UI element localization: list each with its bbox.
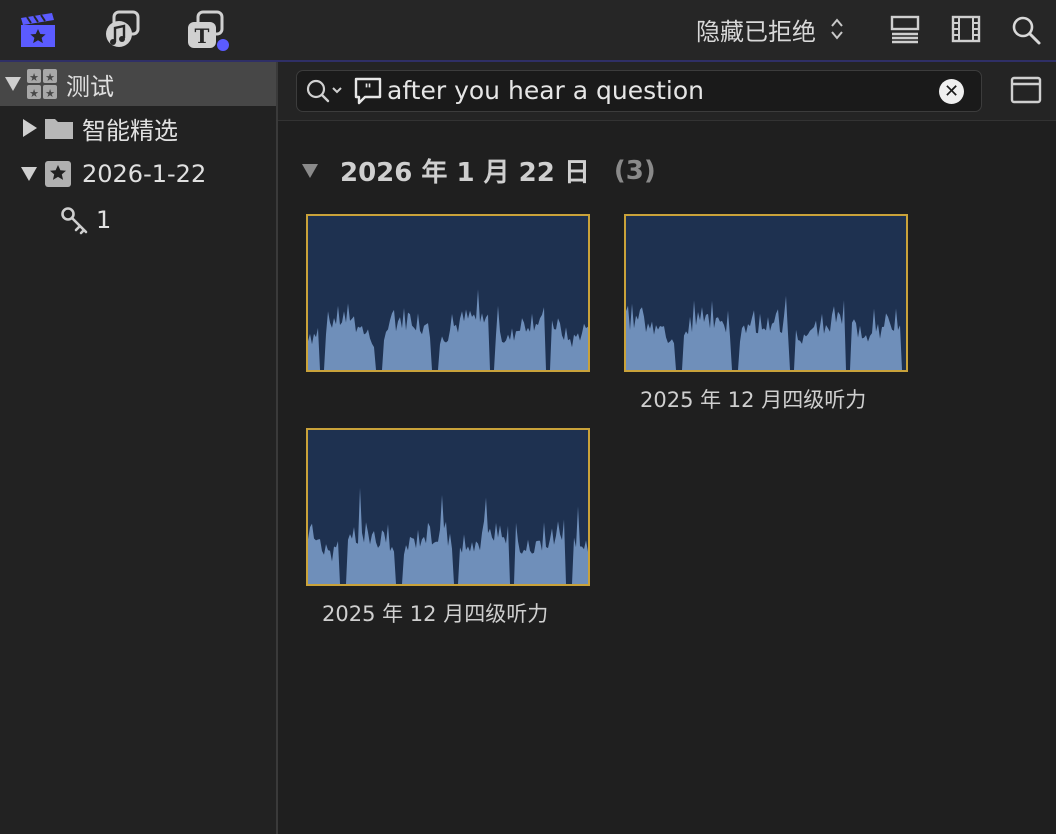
disclosure-collapsed-icon[interactable] bbox=[22, 118, 38, 138]
search-options-icon[interactable] bbox=[305, 77, 345, 105]
waveform-path bbox=[308, 289, 588, 370]
up-down-chevron-icon bbox=[830, 17, 844, 41]
disclosure-expanded-icon[interactable] bbox=[4, 76, 22, 92]
clip-thumbnail[interactable] bbox=[306, 428, 590, 586]
filmstrip-icon[interactable] bbox=[950, 14, 990, 54]
svg-text:★: ★ bbox=[45, 88, 55, 100]
search-bar: " after you hear a question ✕ bbox=[278, 62, 1056, 121]
browser-pane: " after you hear a question ✕ 2026 年 1 月… bbox=[278, 62, 1056, 834]
titles-generators-icon[interactable]: T bbox=[186, 10, 229, 51]
svg-text:": " bbox=[364, 82, 371, 98]
search-input[interactable]: after you hear a question bbox=[387, 76, 704, 105]
clip-thumbnail[interactable] bbox=[306, 214, 590, 372]
transcript-quote-icon: " bbox=[354, 77, 382, 105]
sidebar-item-label: 2026-1-22 bbox=[82, 160, 207, 188]
event-star-icon bbox=[45, 161, 71, 187]
audio-waveform bbox=[308, 289, 588, 370]
toolbar: T 隐藏已拒绝 bbox=[0, 0, 1056, 62]
clear-search-button[interactable]: ✕ bbox=[939, 79, 964, 104]
sidebar-item-smart-collections[interactable]: 智能精选 bbox=[0, 106, 276, 150]
sidebar-item-label: 1 bbox=[96, 206, 112, 234]
library-sidebar: ★ ★ ★ ★ 测试 智能精选 2026-1-22 1 bbox=[0, 62, 278, 834]
photos-audio-icon[interactable] bbox=[102, 10, 142, 50]
keyword-icon bbox=[61, 207, 88, 235]
audio-waveform bbox=[308, 487, 588, 584]
svg-text:★: ★ bbox=[45, 72, 55, 84]
viewer-toggle-icon[interactable] bbox=[1010, 75, 1042, 105]
folder-icon bbox=[45, 119, 73, 139]
sidebar-item-event[interactable]: 2026-1-22 bbox=[0, 152, 276, 196]
svg-text:★: ★ bbox=[29, 72, 39, 84]
search-icon[interactable] bbox=[1010, 14, 1050, 54]
audio-waveform bbox=[626, 295, 906, 370]
search-field[interactable]: " after you hear a question ✕ bbox=[296, 70, 982, 112]
waveform-path bbox=[626, 295, 906, 370]
clip-name: 2025 年 12 月四级听力 bbox=[640, 388, 867, 412]
libraries-icon[interactable] bbox=[18, 10, 58, 50]
clip-thumbnail[interactable] bbox=[624, 214, 908, 372]
group-title: 2026 年 1 月 22 日 bbox=[340, 158, 590, 188]
disclosure-expanded-icon[interactable] bbox=[20, 166, 38, 182]
svg-text:★: ★ bbox=[29, 88, 39, 100]
event-group-header[interactable]: 2026 年 1 月 22 日 (3) bbox=[302, 152, 656, 189]
sidebar-item-keyword[interactable]: 1 bbox=[0, 198, 276, 242]
sidebar-item-label: 智能精选 bbox=[82, 116, 178, 145]
clip-name: 2025 年 12 月四级听力 bbox=[322, 602, 549, 626]
group-count: (3) bbox=[613, 155, 656, 186]
svg-text:T: T bbox=[195, 24, 210, 48]
hide-rejected-filter[interactable]: 隐藏已拒绝 bbox=[696, 12, 844, 46]
sidebar-item-library[interactable]: ★ ★ ★ ★ 测试 bbox=[0, 62, 276, 106]
clip-appearance-icon[interactable] bbox=[888, 14, 928, 54]
disclosure-expanded-icon[interactable] bbox=[302, 163, 318, 178]
filter-label: 隐藏已拒绝 bbox=[696, 17, 816, 46]
waveform-path bbox=[308, 487, 588, 584]
library-icon: ★ ★ ★ ★ bbox=[27, 69, 57, 100]
sidebar-item-label: 测试 bbox=[66, 72, 114, 101]
